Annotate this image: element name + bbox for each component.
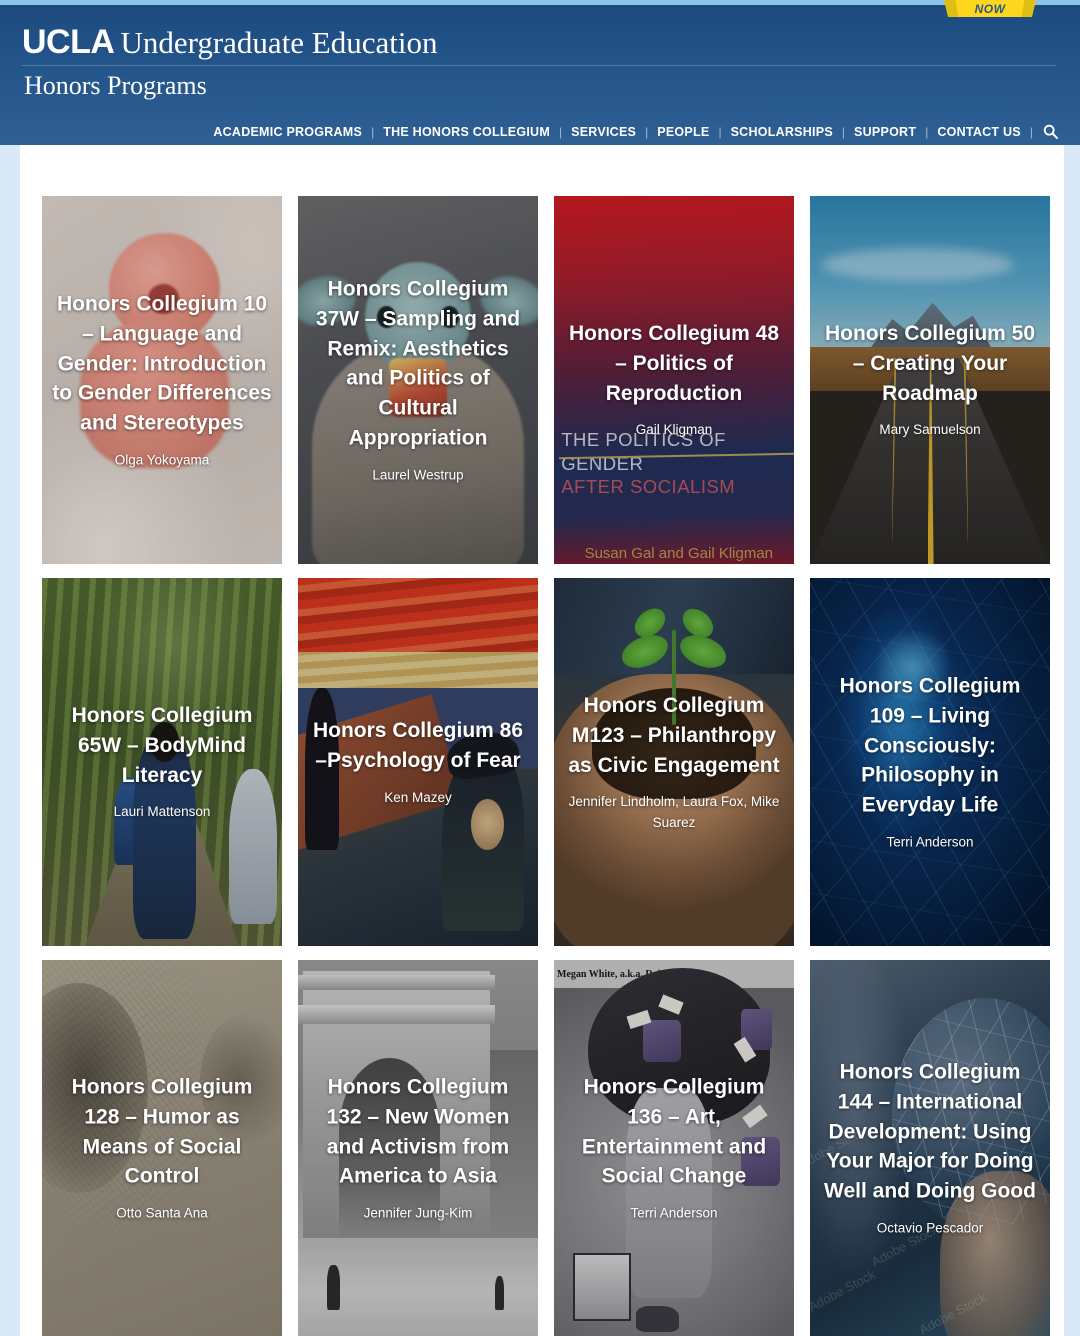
card-text-block: Honors Collegium 136 – Art, Entertainmen… <box>564 1072 784 1224</box>
course-instructor: Otto Santa Ana <box>116 1205 208 1221</box>
course-instructor: Lauri Mattenson <box>113 804 211 820</box>
course-instructor: Terri Anderson <box>630 1205 718 1221</box>
course-title: Honors Collegium 48 – Politics of Reprod… <box>568 322 780 405</box>
nav-item-academic-programs[interactable]: ACADEMIC PROGRAMS <box>204 125 371 139</box>
course-instructor: Laurel Westrup <box>372 467 464 483</box>
course-instructor: Terri Anderson <box>886 834 974 850</box>
card-text-block: Honors Collegium M123 – Philanthropy as … <box>564 691 784 833</box>
course-card[interactable]: THE POLITICS OF GENDER AFTER SOCIALISM S… <box>554 196 794 564</box>
nav-item-services[interactable]: SERVICES <box>562 125 645 139</box>
course-card[interactable]: Honors Collegium 109 – Living Consciousl… <box>810 578 1050 946</box>
course-title: Honors Collegium 50 – Creating Your Road… <box>824 322 1036 405</box>
course-title: Honors Collegium 132 – New Women and Act… <box>326 1075 510 1188</box>
course-instructor: Jennifer Jung-Kim <box>363 1205 473 1221</box>
course-card[interactable]: Adobe Stock Adobe Stock Adobe Stock Adob… <box>810 960 1050 1336</box>
card-text-block: Honors Collegium 65W – BodyMind Literacy… <box>52 701 272 823</box>
nav-item-support[interactable]: SUPPORT <box>845 125 925 139</box>
site-subbrand[interactable]: Honors Programs <box>24 73 207 99</box>
card-text-block: Honors Collegium 48 – Politics of Reprod… <box>564 319 784 441</box>
course-card[interactable]: Honors Collegium 10 – Language and Gende… <box>42 196 282 564</box>
course-title: Honors Collegium 144 – International Dev… <box>824 1060 1036 1203</box>
card-text-block: Honors Collegium 10 – Language and Gende… <box>52 289 272 470</box>
course-title: Honors Collegium 37W – Sampling and Remi… <box>315 277 521 450</box>
course-instructor: Olga Yokoyama <box>114 452 210 468</box>
course-instructor: Gail Kligman <box>635 422 713 438</box>
course-card[interactable]: Honors Collegium 50 – Creating Your Road… <box>810 196 1050 564</box>
course-instructor: Mary Samuelson <box>879 422 981 438</box>
course-title: Honors Collegium M123 – Philanthropy as … <box>568 694 780 777</box>
site-header: NOW UCLA Undergraduate Education Honors P… <box>0 0 1080 145</box>
main-navigation: ACADEMIC PROGRAMS | THE HONORS COLLEGIUM… <box>204 124 1064 139</box>
card-text-block: Honors Collegium 86 –Psychology of Fear … <box>308 716 528 808</box>
course-instructor: Ken Mazey <box>384 789 452 805</box>
course-card[interactable]: Honors Collegium 132 – New Women and Act… <box>298 960 538 1336</box>
nav-item-contact-us[interactable]: CONTACT US <box>928 125 1030 139</box>
nav-item-the-honors-collegium[interactable]: THE HONORS COLLEGIUM <box>374 125 559 139</box>
nav-item-people[interactable]: PEOPLE <box>648 125 718 139</box>
course-title: Honors Collegium 136 – Art, Entertainmen… <box>581 1075 767 1188</box>
page-root: NOW UCLA Undergraduate Education Honors P… <box>0 0 1080 1336</box>
ucla-wordmark: UCLA <box>22 23 115 61</box>
ribbon-fold-left <box>944 0 959 17</box>
course-card[interactable]: Honors Collegium 37W – Sampling and Remi… <box>298 196 538 564</box>
site-brand[interactable]: UCLA Undergraduate Education <box>22 25 438 59</box>
course-title: Honors Collegium 109 – Living Consciousl… <box>839 674 1021 817</box>
card-text-block: Honors Collegium 128 – Humor as Means of… <box>52 1072 272 1224</box>
course-card[interactable]: Honors Collegium 128 – Humor as Means of… <box>42 960 282 1336</box>
course-card[interactable]: Honors Collegium 65W – BodyMind Literacy… <box>42 578 282 946</box>
card-text-block: Honors Collegium 109 – Living Consciousl… <box>820 671 1040 852</box>
content-area: Honors Collegium 10 – Language and Gende… <box>20 145 1064 1336</box>
nav-item-scholarships[interactable]: SCHOLARSHIPS <box>722 125 842 139</box>
ribbon-fold-right <box>1021 0 1036 17</box>
course-card[interactable]: Honors Collegium 86 –Psychology of Fear … <box>298 578 538 946</box>
course-card[interactable]: Megan White, a.k.a. Daisy Honors Collegi… <box>554 960 794 1336</box>
course-instructor: Octavio Pescador <box>876 1220 984 1236</box>
course-card[interactable]: Honors Collegium M123 – Philanthropy as … <box>554 578 794 946</box>
card-text-block: Honors Collegium 132 – New Women and Act… <box>308 1072 528 1224</box>
apply-now-ribbon[interactable]: NOW <box>940 0 1040 17</box>
course-title: Honors Collegium 65W – BodyMind Literacy <box>71 704 253 787</box>
search-icon[interactable] <box>1033 124 1064 139</box>
card-text-block: Honors Collegium 37W – Sampling and Remi… <box>308 274 528 485</box>
course-title: Honors Collegium 10 – Language and Gende… <box>52 292 272 435</box>
course-title: Honors Collegium 86 –Psychology of Fear <box>312 719 524 772</box>
course-card-grid: Honors Collegium 10 – Language and Gende… <box>42 196 1055 1336</box>
course-instructor: Jennifer Lindholm, Laura Fox, Mike Suare… <box>568 794 780 830</box>
card-text-block: Honors Collegium 144 – International Dev… <box>820 1057 1040 1238</box>
apply-now-ribbon-label: NOW <box>974 2 1006 16</box>
card-text-block: Honors Collegium 50 – Creating Your Road… <box>820 319 1040 441</box>
department-name: Undergraduate Education <box>120 25 438 60</box>
course-title: Honors Collegium 128 – Humor as Means of… <box>71 1075 253 1188</box>
brand-divider <box>22 65 1056 66</box>
